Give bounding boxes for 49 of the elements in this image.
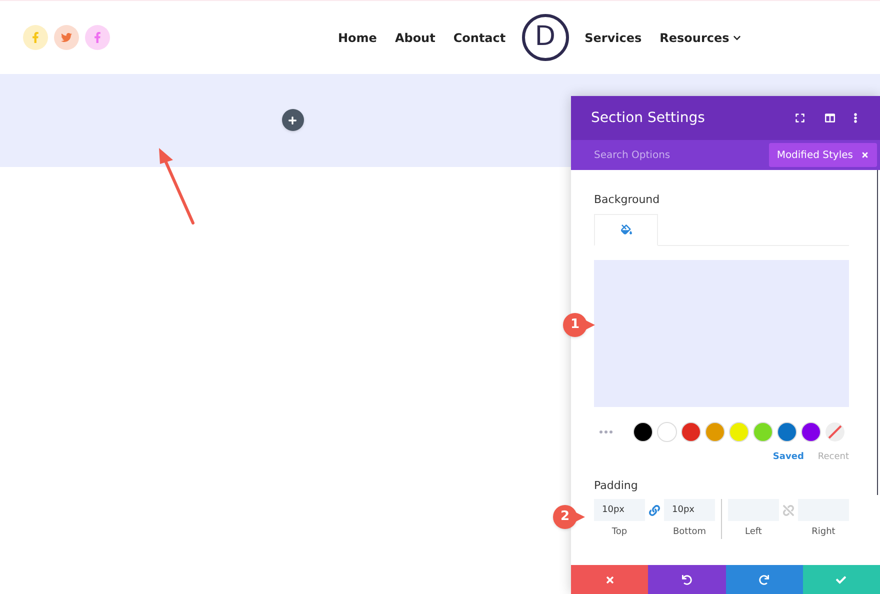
columns-icon[interactable]: [825, 113, 835, 123]
palette-tab[interactable]: Saved: [772, 450, 804, 464]
nav-link[interactable]: About: [394, 28, 436, 46]
undo-button[interactable]: [648, 565, 726, 594]
facebook-link[interactable]: [23, 25, 48, 50]
close-icon: [861, 151, 869, 159]
redo-icon: [759, 574, 770, 584]
close-icon: [604, 574, 615, 584]
modified-styles-filter[interactable]: Modified Styles: [768, 143, 877, 167]
paint-bucket-icon: [620, 224, 632, 235]
field-label: Left: [745, 526, 762, 538]
no-color-swatch[interactable]: [825, 422, 845, 442]
section-label: Background: [594, 192, 661, 208]
color-swatch[interactable]: [801, 422, 821, 442]
panel-title: Section Settings: [591, 108, 706, 128]
color-swatch[interactable]: [753, 422, 773, 442]
undo-icon: [682, 574, 692, 584]
color-preview[interactable]: [594, 260, 849, 406]
field-label: Top: [612, 526, 628, 538]
color-swatch[interactable]: [705, 422, 725, 442]
chevron-down-icon: [733, 34, 742, 42]
facebook-link[interactable]: [85, 25, 110, 50]
check-icon: [836, 574, 846, 584]
nav-link[interactable]: Contact: [453, 28, 506, 46]
add-section-button[interactable]: [282, 109, 304, 131]
unlink-icon[interactable]: [783, 504, 794, 516]
twitter-link[interactable]: [54, 25, 79, 50]
color-swatch[interactable]: [633, 422, 653, 442]
field-label: Bottom: [672, 526, 706, 538]
plus-icon: [288, 116, 297, 124]
color-swatch[interactable]: [657, 422, 677, 442]
logo[interactable]: D: [522, 14, 569, 61]
nav-link[interactable]: Services: [584, 28, 642, 46]
scrollbar[interactable]: [877, 170, 878, 495]
color-tab[interactable]: [594, 214, 658, 246]
section-label: Padding: [594, 478, 639, 494]
redo-button[interactable]: [726, 565, 803, 594]
expand-icon[interactable]: [795, 113, 805, 123]
padding-field[interactable]: 10px: [664, 498, 715, 520]
padding-field[interactable]: 10px: [594, 498, 645, 520]
color-swatch[interactable]: [681, 422, 701, 442]
more-icon[interactable]: [851, 113, 860, 123]
color-swatch[interactable]: [729, 422, 749, 442]
color-swatch[interactable]: [777, 422, 797, 442]
nav-link[interactable]: Home: [338, 28, 377, 46]
nav-dropdown[interactable]: Resources: [660, 28, 742, 46]
field-label: Right: [812, 526, 836, 538]
link-icon[interactable]: [649, 504, 660, 516]
search-field[interactable]: Search Options: [571, 140, 769, 170]
